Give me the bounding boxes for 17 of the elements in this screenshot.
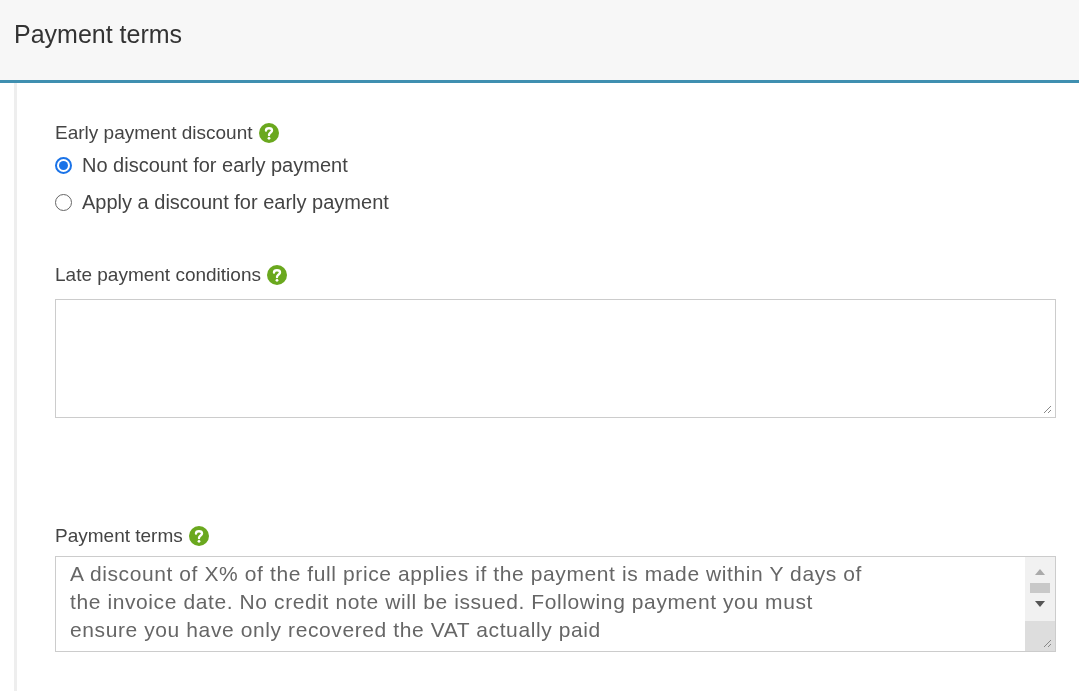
resize-grip-icon[interactable] [1042,404,1052,414]
radio-button[interactable] [55,157,72,174]
field-label: Early payment discount [55,122,253,144]
scroll-thumb[interactable] [1030,583,1050,593]
text-area[interactable]: A discount of X% of the full price applies if the payment is made within Y days of the invoice date. No credit note will be issued. Following payment you must ensure you have only recovered the VAT actually paid [55,556,1056,652]
radio-option[interactable]: Apply a discount for early payment [55,184,389,221]
help-icon[interactable] [266,265,287,285]
resize-grip-icon[interactable] [1042,638,1052,648]
section-title: Payment terms [14,20,183,49]
help-icon[interactable] [258,123,279,143]
radio-option[interactable]: No discount for early payment [55,147,348,184]
scrollbar[interactable] [1025,557,1055,651]
help-icon[interactable] [188,526,209,546]
field-label: Payment terms [55,525,183,547]
field-label: Late payment conditions [55,264,261,286]
scroll-up-icon[interactable] [1035,569,1045,575]
scroll-down-icon[interactable] [1035,601,1045,607]
